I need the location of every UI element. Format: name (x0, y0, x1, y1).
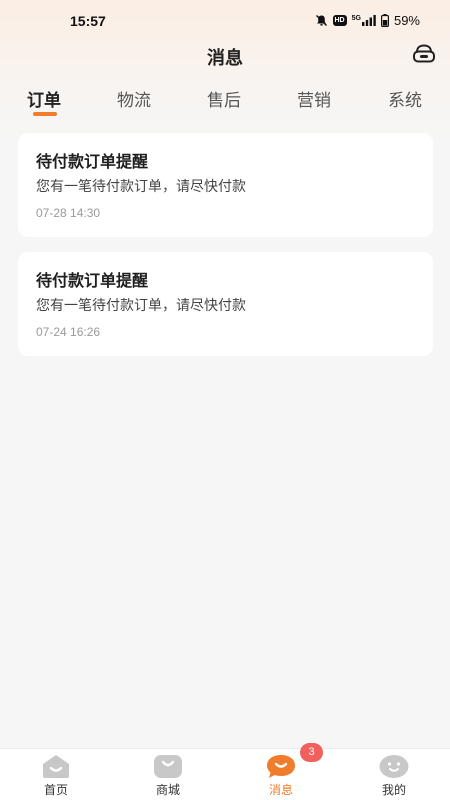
nav-label-shop: 商城 (155, 783, 180, 797)
header: 消息 (0, 40, 450, 74)
unread-count-badge: 3 (300, 743, 323, 762)
message-title: 待付款订单提醒 (36, 271, 149, 290)
message-title: 待付款订单提醒 (36, 152, 149, 171)
message-card[interactable]: 待付款订单提醒 您有一笔待付款订单，请尽快付款 07-28 14:30 (18, 133, 433, 237)
message-icon (265, 753, 297, 779)
shop-icon (152, 753, 184, 779)
battery-icon (380, 14, 389, 27)
message-body: 您有一笔待付款订单，请尽快付款 (36, 179, 246, 195)
message-time: 07-28 14:30 (36, 206, 101, 220)
message-body: 您有一笔待付款订单，请尽快付款 (36, 298, 246, 314)
nav-item-shop[interactable]: 商城 (112, 749, 224, 800)
status-bar: 15:57 HD 5G 59% (0, 0, 450, 44)
mute-bell-icon (315, 14, 328, 27)
battery-level: 59% (393, 13, 420, 28)
hd-badge: HD (332, 15, 347, 26)
message-list: 待付款订单提醒 您有一笔待付款订单，请尽快付款 07-28 14:30 待付款订… (18, 133, 433, 371)
message-tabs: 订单 物流 售后 营销 系统 (0, 82, 450, 122)
nav-label-messages: 消息 (268, 783, 293, 797)
bottom-nav: 首页 商城 消息 我的 (0, 748, 450, 800)
signal-icon: 5G (352, 15, 376, 26)
nav-item-home[interactable]: 首页 (0, 749, 112, 800)
nav-item-profile[interactable]: 我的 (338, 749, 450, 800)
tab-after-sales[interactable]: 售后 (207, 86, 241, 111)
status-time: 15:57 (70, 13, 106, 29)
active-tab-indicator (33, 112, 57, 116)
message-card[interactable]: 待付款订单提醒 您有一笔待付款订单，请尽快付款 07-24 16:26 (18, 252, 433, 356)
page-title: 消息 (207, 48, 243, 69)
nav-label-profile: 我的 (381, 783, 406, 797)
nav-label-home: 首页 (43, 783, 68, 797)
message-time: 07-24 16:26 (36, 325, 101, 339)
tab-logistics[interactable]: 物流 (117, 86, 151, 111)
network-type: 5G (351, 15, 361, 22)
home-icon (40, 753, 72, 779)
tab-system[interactable]: 系统 (388, 86, 422, 111)
status-icons: HD 5G 59% (315, 13, 420, 28)
profile-icon (378, 753, 410, 779)
tab-orders[interactable]: 订单 (27, 86, 61, 111)
tab-marketing[interactable]: 营销 (297, 86, 331, 111)
customer-service-icon (412, 43, 436, 69)
customer-service-button[interactable] (410, 42, 438, 70)
